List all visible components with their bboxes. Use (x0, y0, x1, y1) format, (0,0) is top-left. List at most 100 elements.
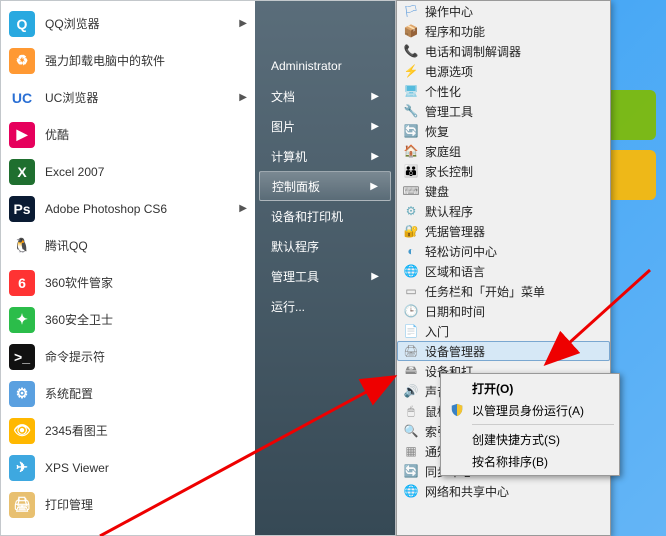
program-item[interactable]: ⚙系统配置 (1, 375, 255, 412)
ctx-open[interactable]: 打开(O) (444, 377, 616, 399)
cp-item-label: 家长控制 (425, 163, 473, 180)
start-menu-places: Administrator文档▶图片▶计算机▶控制面板▶设备和打印机默认程序管理… (255, 1, 395, 535)
cp-item-label: 家庭组 (425, 143, 461, 160)
program-label: 2345看图王 (45, 422, 108, 439)
control-panel-item[interactable]: 🖥个性化 (397, 81, 610, 101)
separator (472, 424, 614, 425)
program-label: 360软件管家 (45, 274, 113, 291)
program-label: 优酷 (45, 126, 69, 143)
program-item[interactable]: ♻强力卸载电脑中的软件 (1, 42, 255, 79)
cp-item-label: 网络和共享中心 (425, 483, 509, 500)
cp-item-icon: 🔧 (403, 103, 419, 119)
app-icon: 🐧 (9, 233, 35, 259)
places-label: 文档 (271, 88, 295, 105)
control-panel-item[interactable]: 🔧 管理工具 (397, 101, 610, 121)
program-item[interactable]: ✈XPS Viewer (1, 449, 255, 486)
program-label: 系统配置 (45, 385, 93, 402)
app-icon: 👁 (9, 418, 35, 444)
places-item[interactable]: 文档 ▶ (255, 81, 395, 111)
program-item[interactable]: QQQ浏览器▶ (1, 5, 255, 42)
program-item[interactable]: ✦360安全卫士 (1, 301, 255, 338)
program-label: Excel 2007 (45, 165, 104, 179)
cp-item-icon: 🖨 (403, 343, 419, 359)
program-item[interactable]: ▶优酷 (1, 116, 255, 153)
places-item[interactable]: 默认程序 (255, 231, 395, 261)
places-item[interactable]: 运行... (255, 291, 395, 321)
control-panel-item[interactable]: ◐ 轻松访问中心 (397, 241, 610, 261)
control-panel-item[interactable]: 🌐网络和共享中心 (397, 481, 610, 501)
places-item[interactable]: Administrator (255, 51, 395, 81)
places-label: Administrator (271, 59, 342, 73)
submenu-arrow-icon: ▶ (239, 92, 247, 103)
places-item[interactable]: 图片▶ (255, 111, 395, 141)
places-item[interactable]: 设备和打印机 (255, 201, 395, 231)
cp-item-label: 个性化 (425, 83, 461, 100)
context-menu: 打开(O) 以管理员身份运行(A) 创建快捷方式(S) 按名称排序(B) (440, 373, 620, 476)
control-panel-item[interactable]: 🔄恢复 (397, 121, 610, 141)
program-label: QQ浏览器 (45, 15, 100, 32)
program-label: 命令提示符 (45, 348, 105, 365)
program-label: Adobe Photoshop CS6 (45, 202, 167, 216)
cp-item-icon: 🏠 (403, 143, 419, 159)
places-label: 运行... (271, 298, 305, 315)
places-label: 计算机 (271, 148, 307, 165)
cp-item-icon: 🔄 (403, 463, 419, 479)
ctx-create-shortcut[interactable]: 创建快捷方式(S) (444, 428, 616, 450)
cp-item-icon: 🔊 (403, 383, 419, 399)
ctx-run-as-admin[interactable]: 以管理员身份运行(A) (444, 399, 616, 421)
control-panel-item[interactable]: 👪家长控制 (397, 161, 610, 181)
submenu-arrow-icon: ▶ (371, 271, 379, 282)
control-panel-item[interactable]: ⚙默认程序 (397, 201, 610, 221)
cp-item-label: 管理工具 (425, 103, 473, 120)
control-panel-item[interactable]: 📄入门 (397, 321, 610, 341)
cp-item-label: 恢复 (425, 123, 449, 140)
cp-item-label: 设备管理器 (425, 343, 485, 360)
cp-item-label: 轻松访问中心 (425, 243, 497, 260)
cp-item-label: 默认程序 (425, 203, 473, 220)
program-item[interactable]: 6 360软件管家 (1, 264, 255, 301)
cp-item-icon: ◐ (403, 243, 419, 259)
ctx-sort-by-name[interactable]: 按名称排序(B) (444, 450, 616, 472)
control-panel-item[interactable]: ⚡电源选项 (397, 61, 610, 81)
submenu-arrow-icon: ▶ (370, 181, 378, 192)
cp-item-label: 键盘 (425, 183, 449, 200)
app-icon: 6 (9, 270, 35, 296)
control-panel-item[interactable]: 📞电话和调制解调器 (397, 41, 610, 61)
program-item[interactable]: UCUC浏览器▶ (1, 79, 255, 116)
program-item[interactable]: 🐧腾讯QQ (1, 227, 255, 264)
program-item[interactable]: XExcel 2007 (1, 153, 255, 190)
control-panel-item[interactable]: 🕒日期和时间 (397, 301, 610, 321)
cp-item-icon: ⌨ (403, 183, 419, 199)
cp-item-icon: 🌐 (403, 263, 419, 279)
places-item[interactable]: 计算机▶ (255, 141, 395, 171)
places-item[interactable]: 管理工具▶ (255, 261, 395, 291)
control-panel-item[interactable]: ▭任务栏和「开始」菜单 (397, 281, 610, 301)
control-panel-item[interactable]: 🌐区域和语言 (397, 261, 610, 281)
program-item[interactable]: 👁 2345看图王 (1, 412, 255, 449)
control-panel-item[interactable]: ⌨ 键盘 (397, 181, 610, 201)
control-panel-item[interactable]: 🏠 家庭组 (397, 141, 610, 161)
ctx-run-as-admin-label: 以管理员身份运行(A) (472, 402, 584, 419)
cp-item-icon: 📦 (403, 23, 419, 39)
cp-item-icon: 🔍 (403, 423, 419, 439)
program-item[interactable]: >_ 命令提示符 (1, 338, 255, 375)
shield-icon (450, 403, 464, 417)
places-item[interactable]: 控制面板▶ (259, 171, 391, 201)
cp-item-icon: 🔐 (403, 223, 419, 239)
control-panel-item[interactable]: 🖨 设备管理器 (397, 341, 610, 361)
start-menu-programs: QQQ浏览器▶♻强力卸载电脑中的软件UCUC浏览器▶▶优酷XExcel 2007… (1, 1, 255, 535)
cp-item-icon: 🖴 (403, 363, 419, 379)
app-icon: UC (9, 85, 35, 111)
cp-item-label: 电话和调制解调器 (425, 43, 521, 60)
program-item[interactable]: 🖨打印管理 (1, 486, 255, 523)
cp-item-label: 电源选项 (425, 63, 473, 80)
submenu-arrow-icon: ▶ (371, 121, 379, 132)
submenu-arrow-icon: ▶ (371, 91, 379, 102)
app-icon: >_ (9, 344, 35, 370)
places-label: 默认程序 (271, 238, 319, 255)
control-panel-item[interactable]: 🏳操作中心 (397, 1, 610, 21)
program-item[interactable]: PsAdobe Photoshop CS6▶ (1, 190, 255, 227)
control-panel-item[interactable]: 🔐凭据管理器 (397, 221, 610, 241)
program-label: XPS Viewer (45, 461, 109, 475)
control-panel-item[interactable]: 📦程序和功能 (397, 21, 610, 41)
